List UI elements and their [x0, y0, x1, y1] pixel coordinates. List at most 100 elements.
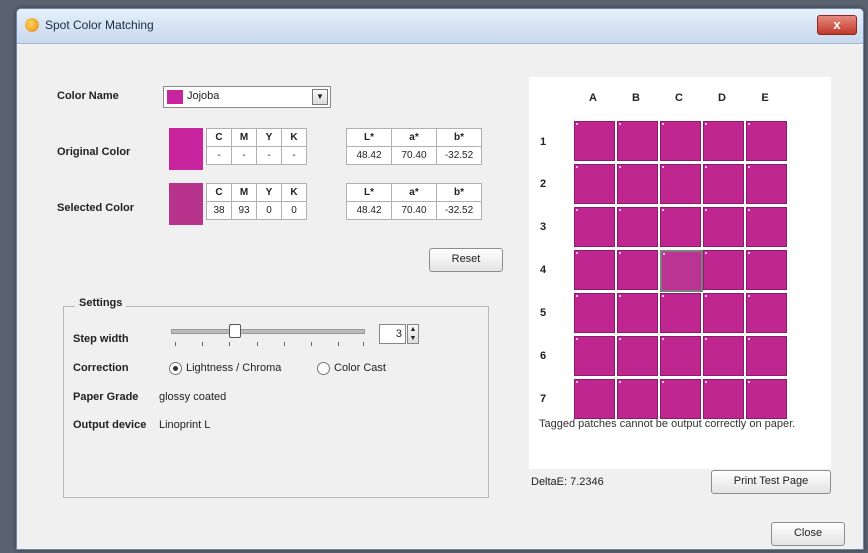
cmyk-header: M: [231, 183, 257, 202]
patch-B7[interactable]: [617, 379, 658, 419]
lab-value: 48.42: [346, 146, 392, 165]
row-header: 5: [539, 307, 547, 319]
cmyk-value: 0: [256, 201, 282, 220]
patch-A3[interactable]: [574, 207, 615, 247]
patch-E5[interactable]: [746, 293, 787, 333]
column-header: D: [718, 92, 726, 104]
lab-header: b*: [436, 183, 482, 202]
original-cmyk-table: C M Y K - - - -: [206, 128, 307, 165]
row-header: 2: [539, 178, 547, 190]
patch-C1[interactable]: [660, 121, 701, 161]
patch-E3[interactable]: [746, 207, 787, 247]
slider-tick: [338, 342, 339, 346]
patch-D4[interactable]: [703, 250, 744, 290]
chevron-down-icon[interactable]: ▼: [312, 89, 328, 105]
step-width-label: Step width: [73, 333, 129, 345]
patch-C6[interactable]: [660, 336, 701, 376]
slider-tick: [363, 342, 364, 346]
column-header: B: [632, 92, 640, 104]
lab-header: a*: [391, 128, 437, 147]
output-device-label: Output device: [73, 419, 147, 431]
column-header: E: [761, 92, 769, 104]
step-width-slider-thumb[interactable]: [229, 324, 241, 338]
lab-header: L*: [346, 183, 392, 202]
step-width-spinner-icon[interactable]: ▲ ▼: [407, 324, 419, 344]
correction-color-cast-radio[interactable]: [317, 362, 330, 375]
lab-header: L*: [346, 128, 392, 147]
cmyk-header: C: [206, 128, 232, 147]
dialog-body: Color Name Jojoba ▼ Original Color C M Y…: [17, 44, 863, 549]
correction-label: Correction: [73, 362, 129, 374]
patch-D3[interactable]: [703, 207, 744, 247]
patch-C3[interactable]: [660, 207, 701, 247]
patch-D5[interactable]: [703, 293, 744, 333]
patch-E2[interactable]: [746, 164, 787, 204]
patch-C5[interactable]: [660, 293, 701, 333]
app-icon: [25, 18, 39, 32]
slider-tick: [229, 342, 230, 346]
settings-title: Settings: [75, 297, 127, 309]
color-name-value: Jojoba: [187, 90, 220, 102]
print-test-page-button[interactable]: Print Test Page: [711, 470, 831, 494]
selected-lab-table: L* a* b* 48.42 70.40 -32.52: [346, 183, 482, 220]
patch-A7[interactable]: [574, 379, 615, 419]
color-name-swatch: [167, 90, 183, 104]
original-color-swatch: [169, 128, 203, 170]
cmyk-header: Y: [256, 128, 282, 147]
patch-C7[interactable]: [660, 379, 701, 419]
cmyk-header: K: [281, 128, 307, 147]
patch-D7[interactable]: [703, 379, 744, 419]
window-title: Spot Color Matching: [45, 18, 154, 32]
step-width-slider-track[interactable]: [171, 329, 365, 334]
patch-B2[interactable]: [617, 164, 658, 204]
patch-E7[interactable]: [746, 379, 787, 419]
paper-grade-label: Paper Grade: [73, 391, 139, 403]
reset-button[interactable]: Reset: [429, 248, 503, 272]
color-name-dropdown[interactable]: Jojoba ▼: [163, 86, 331, 108]
patch-D1[interactable]: [703, 121, 744, 161]
cmyk-value: -: [231, 146, 257, 165]
window-close-button[interactable]: x: [817, 15, 857, 35]
lab-value: 70.40: [391, 201, 437, 220]
patch-B4[interactable]: [617, 250, 658, 290]
patch-A4[interactable]: [574, 250, 615, 290]
step-width-value[interactable]: 3: [379, 324, 406, 344]
patch-A1[interactable]: [574, 121, 615, 161]
patch-D6[interactable]: [703, 336, 744, 376]
cmyk-header: K: [281, 183, 307, 202]
patch-B6[interactable]: [617, 336, 658, 376]
cmyk-value: -: [256, 146, 282, 165]
original-lab-table: L* a* b* 48.42 70.40 -32.52: [346, 128, 482, 165]
close-button[interactable]: Close: [771, 522, 845, 546]
row-header: 4: [539, 264, 547, 276]
lab-value: -32.52: [436, 201, 482, 220]
patch-C4[interactable]: [660, 250, 703, 292]
patch-E6[interactable]: [746, 336, 787, 376]
correction-option-label[interactable]: Color Cast: [334, 362, 386, 374]
cmyk-value: -: [281, 146, 307, 165]
patch-A6[interactable]: [574, 336, 615, 376]
lab-value: -32.52: [436, 146, 482, 165]
patch-B3[interactable]: [617, 207, 658, 247]
patch-E1[interactable]: [746, 121, 787, 161]
patch-B1[interactable]: [617, 121, 658, 161]
cmyk-value: 0: [281, 201, 307, 220]
patch-A5[interactable]: [574, 293, 615, 333]
patch-D2[interactable]: [703, 164, 744, 204]
title-bar[interactable]: Spot Color Matching x: [17, 9, 863, 44]
patch-A2[interactable]: [574, 164, 615, 204]
correction-option-label[interactable]: Lightness / Chroma: [186, 362, 281, 374]
paper-grade-value: glossy coated: [159, 391, 227, 403]
color-name-label: Color Name: [57, 90, 119, 102]
selected-color-swatch: [169, 183, 203, 225]
lab-header: b*: [436, 128, 482, 147]
patch-C2[interactable]: [660, 164, 701, 204]
correction-lightness-chroma-radio[interactable]: [169, 362, 182, 375]
spot-color-matching-dialog: Spot Color Matching x Color Name Jojoba …: [16, 8, 864, 550]
row-header: 3: [539, 221, 547, 233]
lab-value: 48.42: [346, 201, 392, 220]
patch-B5[interactable]: [617, 293, 658, 333]
cmyk-value: 93: [231, 201, 257, 220]
patch-E4[interactable]: [746, 250, 787, 290]
lab-value: 70.40: [391, 146, 437, 165]
